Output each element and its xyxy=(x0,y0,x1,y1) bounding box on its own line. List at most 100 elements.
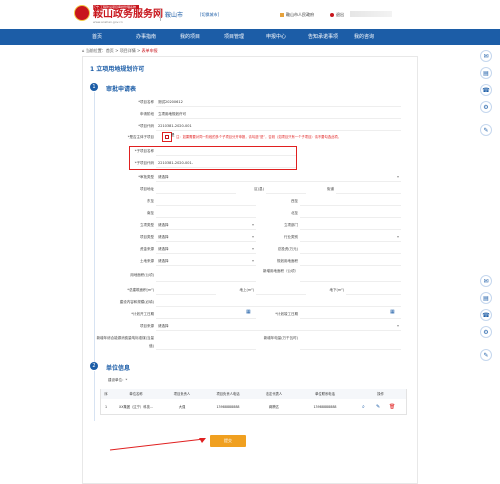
step-line xyxy=(94,371,95,421)
sub-project-name-input[interactable] xyxy=(156,146,296,156)
approval-type-select[interactable]: 请选择 xyxy=(156,172,401,182)
brand-title[interactable]: 鞍山政务服务网 xyxy=(93,9,163,20)
energy-input[interactable] xyxy=(156,334,256,350)
city-switch-link[interactable]: [切换城市] xyxy=(200,12,219,18)
north-input[interactable] xyxy=(300,208,401,218)
search-icon[interactable]: ⌕ xyxy=(362,404,365,410)
step-badge: 1 xyxy=(90,83,98,91)
field-label: *子项目代码 xyxy=(134,161,154,165)
industry-select[interactable] xyxy=(300,232,401,242)
nav-item-project-mgmt[interactable]: 项目管理 xyxy=(214,29,254,45)
field-label: *计划竣工日期 xyxy=(275,312,298,316)
side-tool-icon[interactable]: ✎ xyxy=(480,124,492,136)
plan-area-input[interactable] xyxy=(300,256,401,266)
table-cell: XX集团（辽宁）科技... xyxy=(118,405,154,409)
field-label: *是否主体子项目 xyxy=(127,135,154,139)
nature-select[interactable]: 请选择 xyxy=(156,220,256,230)
table-header: 项目负责人电话 xyxy=(203,389,253,399)
side-tool-icon[interactable]: ✎ xyxy=(480,349,492,361)
city-name: 鞍山市 xyxy=(165,12,184,19)
field-label: *子项目名称 xyxy=(134,149,154,153)
street-input[interactable] xyxy=(336,184,401,194)
select-value: 请选择 xyxy=(158,235,169,239)
below-area-input[interactable] xyxy=(346,285,401,295)
table-cell: 13988888888 xyxy=(216,405,240,409)
table-header: 项目负责人 xyxy=(161,389,203,399)
start-date-input[interactable] xyxy=(156,309,256,319)
nav-item-notice[interactable]: 告知承诺事项 xyxy=(298,29,348,45)
gov-link[interactable]: 鞍山市人民政府 xyxy=(286,12,314,18)
delete-icon[interactable]: 🗑 xyxy=(389,404,395,410)
nav-item-consult[interactable]: 我的咨询 xyxy=(344,29,384,45)
step-line xyxy=(94,92,95,362)
table-header: 法定代表人 xyxy=(253,389,295,399)
field-label: *项目名称 xyxy=(138,100,154,104)
scale-input[interactable] xyxy=(156,297,401,307)
edit-icon[interactable]: ✎ xyxy=(376,404,380,410)
nav-item-guide[interactable]: 办事指南 xyxy=(126,29,166,45)
logout-link[interactable]: 退出 xyxy=(336,12,344,18)
divider xyxy=(160,9,161,21)
select-value: 请选择 xyxy=(158,223,169,227)
main-nav: 首页 办事指南 我的项目 项目管理 申报中心 告知承诺事项 我的咨询 xyxy=(0,29,500,45)
checkbox-label: 是 xyxy=(171,133,175,137)
field-label: 北至 xyxy=(291,211,298,215)
calendar-icon[interactable]: ▦ xyxy=(246,309,251,315)
land-area-input[interactable] xyxy=(156,268,256,282)
build-area-input[interactable] xyxy=(156,285,216,295)
hint-text: 注：如果需要对同一阶段的多个子项目分开申报，请勾选“是”，否则（如项目只有一个子… xyxy=(176,135,341,139)
side-tool-icon[interactable]: ▤ xyxy=(480,67,492,79)
field-label: 行业类别 xyxy=(284,235,298,239)
address-input[interactable] xyxy=(156,184,236,194)
sub-project-code-input[interactable]: 2210381-2020-001- xyxy=(156,158,296,168)
calendar-icon[interactable]: ▦ xyxy=(390,309,395,315)
sub-project-checkbox[interactable] xyxy=(165,135,169,139)
breadcrumb-home[interactable]: 首页 xyxy=(106,48,114,53)
new-land-input[interactable] xyxy=(300,268,401,282)
nav-item-apply-center[interactable]: 申报中心 xyxy=(256,29,296,45)
select-value: 请选择 xyxy=(158,324,169,328)
field-label: 建设内容和规模(必填) xyxy=(119,300,154,304)
breadcrumb-project[interactable]: 项目详情 xyxy=(120,48,136,53)
breadcrumb: ⌂ 当前位置：首页 > 项目详情 > 表单申报 xyxy=(82,48,158,54)
side-tool-icon[interactable]: ⚙ xyxy=(480,101,492,113)
side-tool-icon[interactable]: ☎ xyxy=(480,309,492,321)
end-date-input[interactable] xyxy=(300,309,401,319)
field-label: 地下(m²) xyxy=(329,288,344,292)
submit-button[interactable]: 提交 xyxy=(210,435,246,447)
above-area-input[interactable] xyxy=(256,285,306,295)
field-label: 申请阶段 xyxy=(140,112,154,116)
field-label: *计划开工日期 xyxy=(131,312,154,316)
field-label: 西至 xyxy=(291,199,298,203)
side-tool-icon[interactable]: ✉ xyxy=(480,275,492,287)
electricity-input[interactable] xyxy=(300,334,401,350)
field-label: 项目地址 xyxy=(140,187,154,191)
project-source-select[interactable]: 请选择 xyxy=(156,321,401,331)
project-name-field[interactable]: 测试20200612 xyxy=(156,97,401,107)
land-source-select[interactable]: 请选择 xyxy=(156,256,256,266)
nav-item-my-projects[interactable]: 我的项目 xyxy=(170,29,210,45)
south-input[interactable] xyxy=(156,208,256,218)
table-header: 单位联系电话 xyxy=(295,389,355,399)
fund-select[interactable]: 请选择 xyxy=(156,244,256,254)
side-tool-icon[interactable]: ▤ xyxy=(480,292,492,304)
project-type-select[interactable]: 请选择 xyxy=(156,232,256,242)
table-header: 单位名称 xyxy=(111,389,161,399)
side-tool-icon[interactable]: ⚙ xyxy=(480,326,492,338)
table-cell: 蒋腾达 xyxy=(269,405,279,409)
side-tool-icon[interactable]: ✉ xyxy=(480,50,492,62)
west-input[interactable] xyxy=(300,196,401,206)
nav-item-home[interactable]: 首页 xyxy=(82,29,112,45)
field-label: 总投资(万元) xyxy=(277,247,298,251)
dept-input[interactable] xyxy=(300,220,401,230)
field-label: 东至 xyxy=(147,199,154,203)
field-label: 区(县) xyxy=(254,187,264,191)
step-badge: 2 xyxy=(90,362,98,370)
invest-input[interactable] xyxy=(300,244,401,254)
table-header: 序 xyxy=(101,389,111,399)
emblem-logo-icon xyxy=(74,5,90,21)
side-tool-icon[interactable]: ☎ xyxy=(480,84,492,96)
table-cell: 13988888888 xyxy=(313,405,337,409)
east-input[interactable] xyxy=(156,196,256,206)
district-input[interactable] xyxy=(266,184,306,194)
